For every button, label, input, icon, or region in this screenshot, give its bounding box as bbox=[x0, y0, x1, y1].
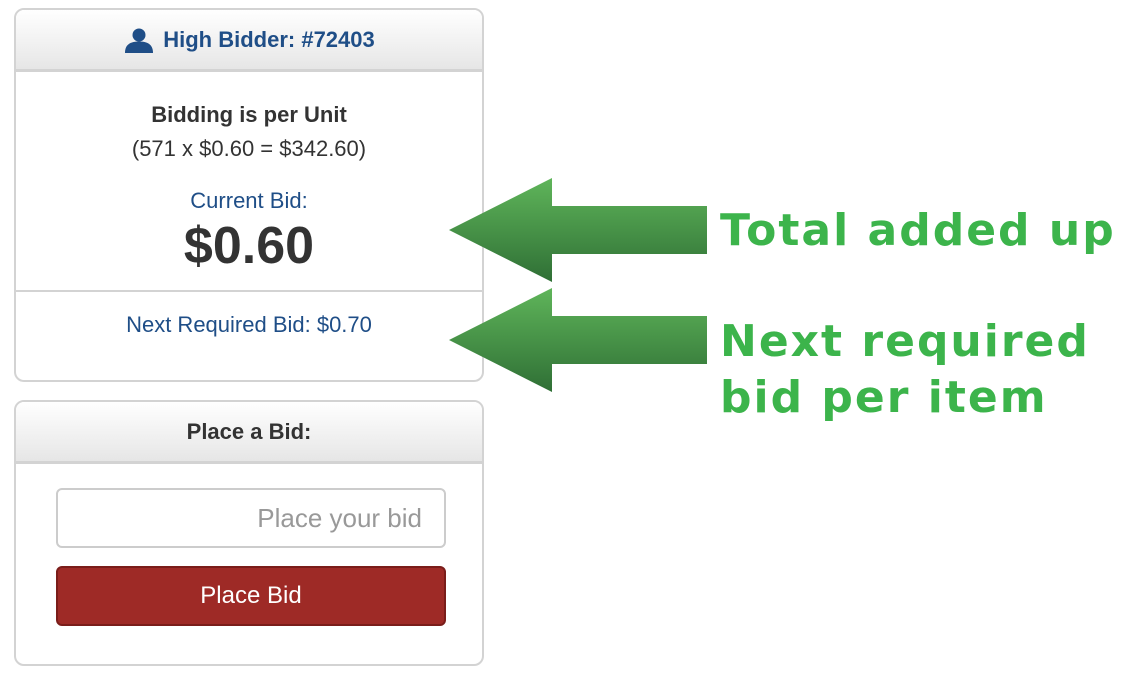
bid-info-heading: High Bidder: #72403 bbox=[16, 10, 482, 72]
annotation-next-required: Next required bid per item bbox=[720, 314, 1090, 426]
left-arrow-icon bbox=[449, 178, 707, 282]
high-bidder: High Bidder: #72403 bbox=[123, 27, 375, 53]
place-bid-form: Place Bid bbox=[16, 464, 482, 664]
bid-info-panel: High Bidder: #72403 Bidding is per Unit … bbox=[14, 8, 484, 382]
page: High Bidder: #72403 Bidding is per Unit … bbox=[0, 0, 1128, 692]
current-bid-value: $0.60 bbox=[183, 217, 315, 275]
annotation-next-line-2: bid per item bbox=[720, 372, 1048, 423]
annotation-total-added-up: Total added up bbox=[720, 205, 1116, 256]
place-bid-panel: Place a Bid: Place Bid bbox=[14, 400, 484, 666]
bid-amount-input[interactable] bbox=[56, 488, 446, 548]
bidding-calculation: (571 x $0.60 = $342.60) bbox=[131, 136, 367, 161]
bid-summary: Bidding is per Unit (571 x $0.60 = $342.… bbox=[16, 72, 482, 292]
place-bid-heading: Place a Bid: bbox=[16, 402, 482, 464]
current-bid-label: Current Bid: bbox=[190, 188, 308, 213]
high-bidder-label: High Bidder: #72403 bbox=[163, 26, 375, 52]
next-required-bid: Next Required Bid: $0.70 bbox=[126, 312, 372, 337]
place-bid-title: Place a Bid: bbox=[186, 418, 312, 444]
left-arrow-icon bbox=[449, 288, 707, 392]
bidding-per-unit-text: Bidding is per Unit bbox=[151, 102, 347, 127]
annotation-next-line-1: Next required bbox=[720, 316, 1090, 367]
user-icon bbox=[125, 28, 154, 53]
place-bid-button[interactable]: Place Bid bbox=[56, 566, 446, 626]
